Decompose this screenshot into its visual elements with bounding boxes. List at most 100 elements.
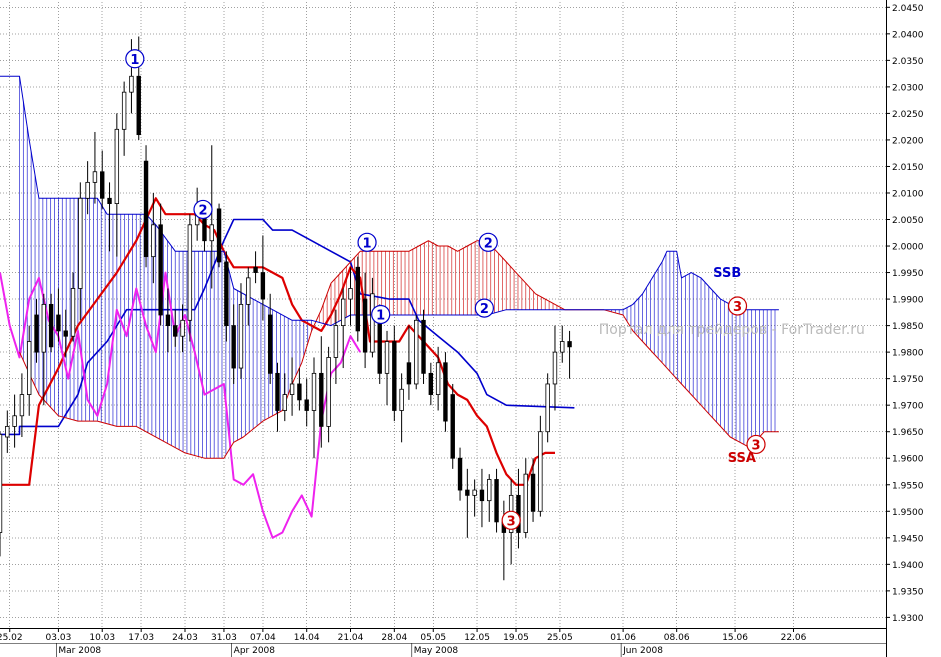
- candle-body-bear: [465, 489, 470, 496]
- candle-body-bull: [19, 394, 25, 417]
- x-axis-tick-label: 17.03: [128, 633, 154, 643]
- wave-marker-label: 3: [507, 514, 516, 529]
- candle-body-bear: [48, 303, 54, 348]
- candle-body-bull: [78, 197, 83, 289]
- candle-body-bull: [151, 224, 156, 258]
- x-axis-month-label: Mar 2008: [58, 646, 101, 656]
- candle-body-bull: [0, 433, 3, 533]
- candle-body-bull: [5, 426, 10, 438]
- candle-body-bull: [238, 303, 244, 369]
- wave-marker-label: 2: [484, 236, 493, 251]
- wave-marker-label: 2: [480, 302, 489, 317]
- candle-body-bear: [231, 325, 236, 369]
- watermark-text: Портал для трейдеров - ForTrader.ru: [599, 322, 865, 338]
- y-axis-tick-label: 1.9550: [892, 481, 924, 491]
- candle-body-bull: [545, 383, 550, 433]
- x-axis-tick-label: 05.05: [420, 633, 446, 643]
- candle-body-bear: [355, 266, 361, 332]
- candle-body-bear: [253, 266, 258, 273]
- x-axis-tick-label: 25.02: [0, 633, 23, 643]
- wave-marker-label: 3: [733, 300, 742, 315]
- candle-body-bear: [275, 372, 280, 411]
- candle-body-bear: [304, 399, 309, 411]
- candle-body-bear: [406, 362, 412, 385]
- candle-body-bear: [530, 473, 536, 512]
- ssb-label: SSB: [713, 266, 741, 281]
- series-line-kijun-sen: [0, 197, 555, 486]
- candle-body-bull: [341, 298, 346, 327]
- candle-body-bull: [560, 341, 565, 353]
- series-line-senkou-span-a: [19, 240, 779, 459]
- candle-body-bear: [107, 197, 112, 204]
- x-axis-tick-label: 31.03: [211, 633, 237, 643]
- candle-body-bear: [173, 325, 178, 337]
- x-axis-month-label: Jun 2008: [622, 646, 663, 656]
- candle-body-bull: [538, 431, 543, 512]
- candle-body-bull: [326, 357, 331, 427]
- candle-body-bull: [487, 479, 492, 502]
- candle-body-bull: [187, 224, 193, 321]
- candle-body-bear: [216, 208, 222, 263]
- candle-body-bear: [63, 330, 68, 337]
- x-axis-tick-label: 12.05: [464, 633, 490, 643]
- candle-body-bull: [552, 351, 558, 385]
- candle-body-bull: [414, 319, 419, 385]
- wave-marker-label: 1: [363, 236, 372, 251]
- candle-body-bear: [450, 394, 455, 459]
- candle-body-bear: [567, 341, 572, 348]
- candle-body-bull: [27, 341, 32, 395]
- candle-body-bull: [311, 372, 317, 411]
- candle-body-bear: [319, 372, 324, 427]
- y-axis-tick-label: 1.9650: [892, 428, 924, 438]
- candle-body-bull: [523, 473, 528, 533]
- candle-body-bull: [370, 293, 375, 353]
- candle-body-bear: [457, 457, 463, 491]
- candle-body-bear: [267, 314, 273, 374]
- y-axis-tick-label: 1.9400: [892, 561, 924, 571]
- candle-body-bear: [224, 261, 229, 327]
- candle-body-bear: [100, 171, 105, 199]
- candle-body-bull: [472, 489, 477, 496]
- y-axis-tick-label: 1.9950: [892, 269, 924, 279]
- candle-body-bull: [114, 128, 120, 204]
- candle-body-bear: [34, 314, 39, 353]
- x-axis-tick-label: 22.06: [781, 633, 807, 643]
- candle-body-bull: [289, 383, 295, 395]
- y-axis-tick-label: 1.9600: [892, 455, 924, 465]
- x-axis-tick-label: 21.04: [338, 633, 364, 643]
- candle-body-bull: [92, 171, 98, 183]
- y-axis-tick-label: 1.9300: [892, 614, 924, 624]
- candle-body-bear: [421, 319, 426, 374]
- x-axis-tick-label: 01.06: [610, 633, 636, 643]
- candle-body-bull: [246, 277, 251, 305]
- candle-body-bull: [333, 325, 339, 358]
- y-axis-tick-label: 2.0200: [892, 136, 924, 146]
- candle-body-bear: [392, 341, 397, 411]
- candle-body-bull: [348, 288, 353, 300]
- candle-body-bull: [129, 75, 134, 93]
- candle-body-bear: [165, 314, 171, 327]
- y-axis-tick-label: 1.9750: [892, 375, 924, 385]
- candle-body-bull: [399, 388, 404, 411]
- candle-body-bull: [121, 91, 127, 130]
- candle-body-bear: [362, 298, 368, 353]
- y-axis-tick-label: 2.0050: [892, 216, 924, 226]
- wave-marker-label: 1: [130, 53, 139, 68]
- y-axis-tick-label: 1.9450: [892, 534, 924, 544]
- y-axis-tick-label: 1.9800: [892, 349, 924, 359]
- x-axis-month-label: May 2008: [414, 646, 459, 656]
- candle-body-bull: [282, 394, 287, 411]
- x-axis-tick-label: 24.03: [172, 633, 198, 643]
- candle-body-bull: [180, 319, 185, 337]
- y-axis-tick-label: 2.0400: [892, 30, 924, 40]
- y-axis-tick-label: 2.0000: [892, 243, 924, 253]
- ichimoku-chart: 121 21 2333 SSBSSAПортал для трейдеров - F…: [0, 0, 924, 657]
- candle-body-bear: [428, 372, 434, 395]
- y-axis-tick-label: 1.9500: [892, 508, 924, 518]
- candle-body-bull: [41, 303, 47, 353]
- wave-marker-label: 1: [376, 308, 385, 323]
- candle-body-bull: [70, 288, 76, 337]
- kumo-cloud-hatching: [19, 76, 776, 459]
- y-axis-tick-label: 2.0450: [892, 4, 924, 14]
- candle-body-bear: [297, 383, 302, 401]
